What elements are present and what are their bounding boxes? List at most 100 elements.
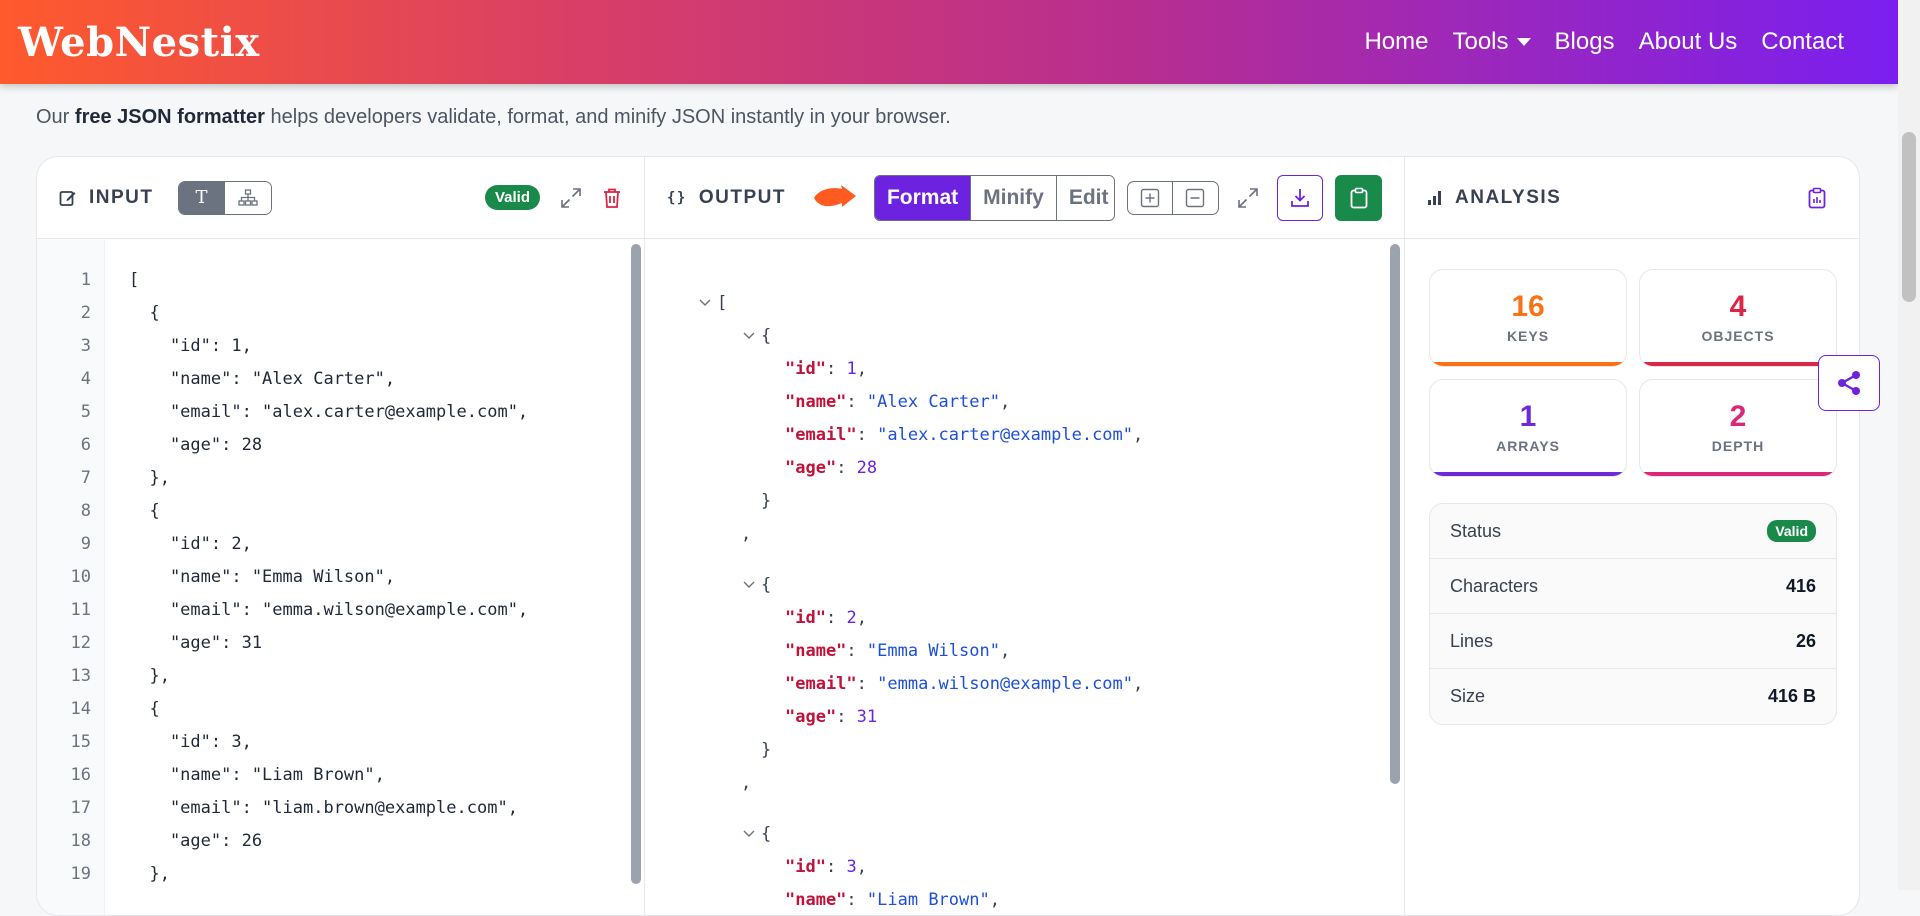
- stat-arrays-bar: [1430, 472, 1626, 476]
- tree-value: "Liam Brown": [866, 890, 990, 910]
- tree-key: "name": [785, 392, 847, 412]
- share-button[interactable]: [1818, 355, 1880, 411]
- tree-value: 2: [846, 608, 857, 628]
- info-label: Lines: [1450, 630, 1494, 651]
- tree-key: "age": [785, 458, 837, 478]
- stat-depth: 2 DEPTH: [1639, 379, 1837, 477]
- status-valid-badge: Valid: [1767, 520, 1816, 542]
- stat-objects-value: 4: [1729, 290, 1747, 323]
- copy-button[interactable]: [1335, 174, 1382, 221]
- input-scrollbar[interactable]: [631, 244, 641, 884]
- tree-object-open: {: [761, 575, 771, 595]
- code-line: },: [129, 468, 170, 488]
- nav-contact-label: Contact: [1761, 28, 1844, 55]
- tree-colon: :: [825, 359, 847, 379]
- tree-comma: ,: [989, 890, 1000, 910]
- info-value: 416 B: [1767, 686, 1816, 706]
- tree-view-button[interactable]: [224, 181, 271, 214]
- tree-colon: :: [836, 707, 857, 727]
- line-number: 14: [70, 699, 91, 719]
- chevron-down-icon[interactable]: [743, 826, 755, 844]
- stat-objects: 4 OBJECTS: [1639, 269, 1837, 367]
- tree-comma: ,: [856, 608, 867, 628]
- expand-collapse-group: [1126, 180, 1219, 215]
- text-view-button[interactable]: T: [178, 181, 225, 214]
- code-line: "age": 31: [129, 633, 263, 653]
- clipboard-report-icon[interactable]: [1807, 187, 1827, 209]
- expand-icon[interactable]: [560, 187, 582, 209]
- caret-down-icon: [1516, 38, 1531, 46]
- tree-comma: ,: [856, 857, 867, 877]
- tree-value: "alex.carter@example.com": [877, 425, 1134, 445]
- stat-objects-label: OBJECTS: [1701, 328, 1775, 344]
- code-line: {: [129, 699, 160, 719]
- tree-colon: :: [846, 392, 867, 412]
- tree-comma: ,: [999, 641, 1011, 661]
- tree-object-open: {: [761, 824, 771, 844]
- code-line: "name": "Liam Brown",: [129, 765, 385, 785]
- tree-icon: [237, 188, 258, 207]
- edit-button[interactable]: Edit: [1056, 175, 1114, 220]
- info-value: 416: [1785, 575, 1816, 596]
- site-logo[interactable]: WebNestix: [18, 19, 260, 66]
- info-label: Characters: [1450, 575, 1539, 596]
- tree-value: 3: [846, 857, 857, 877]
- tree-key: "id": [785, 857, 826, 877]
- tree-colon: :: [825, 608, 847, 628]
- output-header: {} OUTPUT Format Minify Edit: [645, 157, 1404, 239]
- page-scrollbar[interactable]: [1898, 0, 1920, 890]
- stat-keys-value: 16: [1511, 290, 1545, 323]
- minify-button[interactable]: Minify: [971, 175, 1057, 220]
- code-line: "email": "liam.brown@example.com",: [129, 798, 518, 818]
- line-number: 3: [80, 336, 91, 356]
- input-title-label: INPUT: [89, 186, 154, 208]
- code-line: {: [129, 303, 160, 323]
- code-line: {: [129, 501, 160, 521]
- tree-property: "id": 3,: [785, 857, 867, 877]
- expand-all-button[interactable]: [1128, 181, 1173, 214]
- tree-property: "age": 31: [785, 707, 877, 727]
- line-number: 6: [80, 435, 91, 455]
- stat-keys: 16 KEYS: [1429, 269, 1627, 367]
- minus-box-icon: [1185, 188, 1205, 208]
- nav-blogs[interactable]: Blogs: [1555, 28, 1615, 56]
- line-number: 2: [80, 303, 91, 323]
- output-title-label: OUTPUT: [698, 186, 786, 208]
- tree-property: "name": "Liam Brown",: [785, 890, 1000, 910]
- input-editor[interactable]: 1 [2 {3 "id": 1, 4 "name": "Alex Carter", 5…: [37, 240, 644, 915]
- tree-colon: :: [846, 890, 867, 910]
- tree-key: "name": [785, 641, 847, 661]
- nav-about[interactable]: About Us: [1639, 28, 1738, 56]
- line-number: 11: [70, 600, 91, 620]
- tree-comma: ,: [1133, 674, 1144, 694]
- nav-contact[interactable]: Contact: [1761, 28, 1844, 56]
- formatter-card: INPUT T Valid 1 [2 {3 "id": 1, 4 "name…: [36, 156, 1860, 916]
- tree-separator: ,: [741, 524, 751, 544]
- format-button[interactable]: Format: [874, 175, 972, 220]
- nav-blogs-label: Blogs: [1554, 28, 1615, 55]
- code-line: "id": 2,: [129, 534, 252, 554]
- tree-bracket: [: [717, 293, 728, 313]
- line-number: 15: [70, 732, 91, 752]
- download-icon: [1289, 187, 1311, 209]
- tree-value: 28: [856, 458, 878, 478]
- output-scrollbar[interactable]: [1390, 244, 1400, 784]
- chevron-down-icon[interactable]: [699, 295, 711, 313]
- intro-text: Our free JSON formatter helps developers…: [36, 106, 951, 129]
- clipboard-icon: [1349, 187, 1369, 209]
- expand-icon[interactable]: [1237, 187, 1259, 209]
- page-scrollbar-thumb[interactable]: [1902, 132, 1916, 302]
- collapse-all-button[interactable]: [1173, 182, 1218, 214]
- nav-home[interactable]: Home: [1364, 28, 1428, 56]
- tree-key: "age": [785, 707, 837, 727]
- stat-depth-label: DEPTH: [1711, 438, 1765, 454]
- code-line: "name": "Alex Carter",: [129, 369, 396, 389]
- nav-tools-dropdown[interactable]: Tools: [1452, 28, 1531, 56]
- chevron-down-icon[interactable]: [743, 328, 755, 346]
- chevron-down-icon[interactable]: [743, 577, 755, 595]
- download-button[interactable]: [1276, 174, 1324, 221]
- tree-comma: ,: [1133, 425, 1144, 445]
- trash-icon[interactable]: [602, 187, 622, 209]
- stat-depth-value: 2: [1729, 400, 1747, 433]
- line-number: 7: [80, 468, 91, 488]
